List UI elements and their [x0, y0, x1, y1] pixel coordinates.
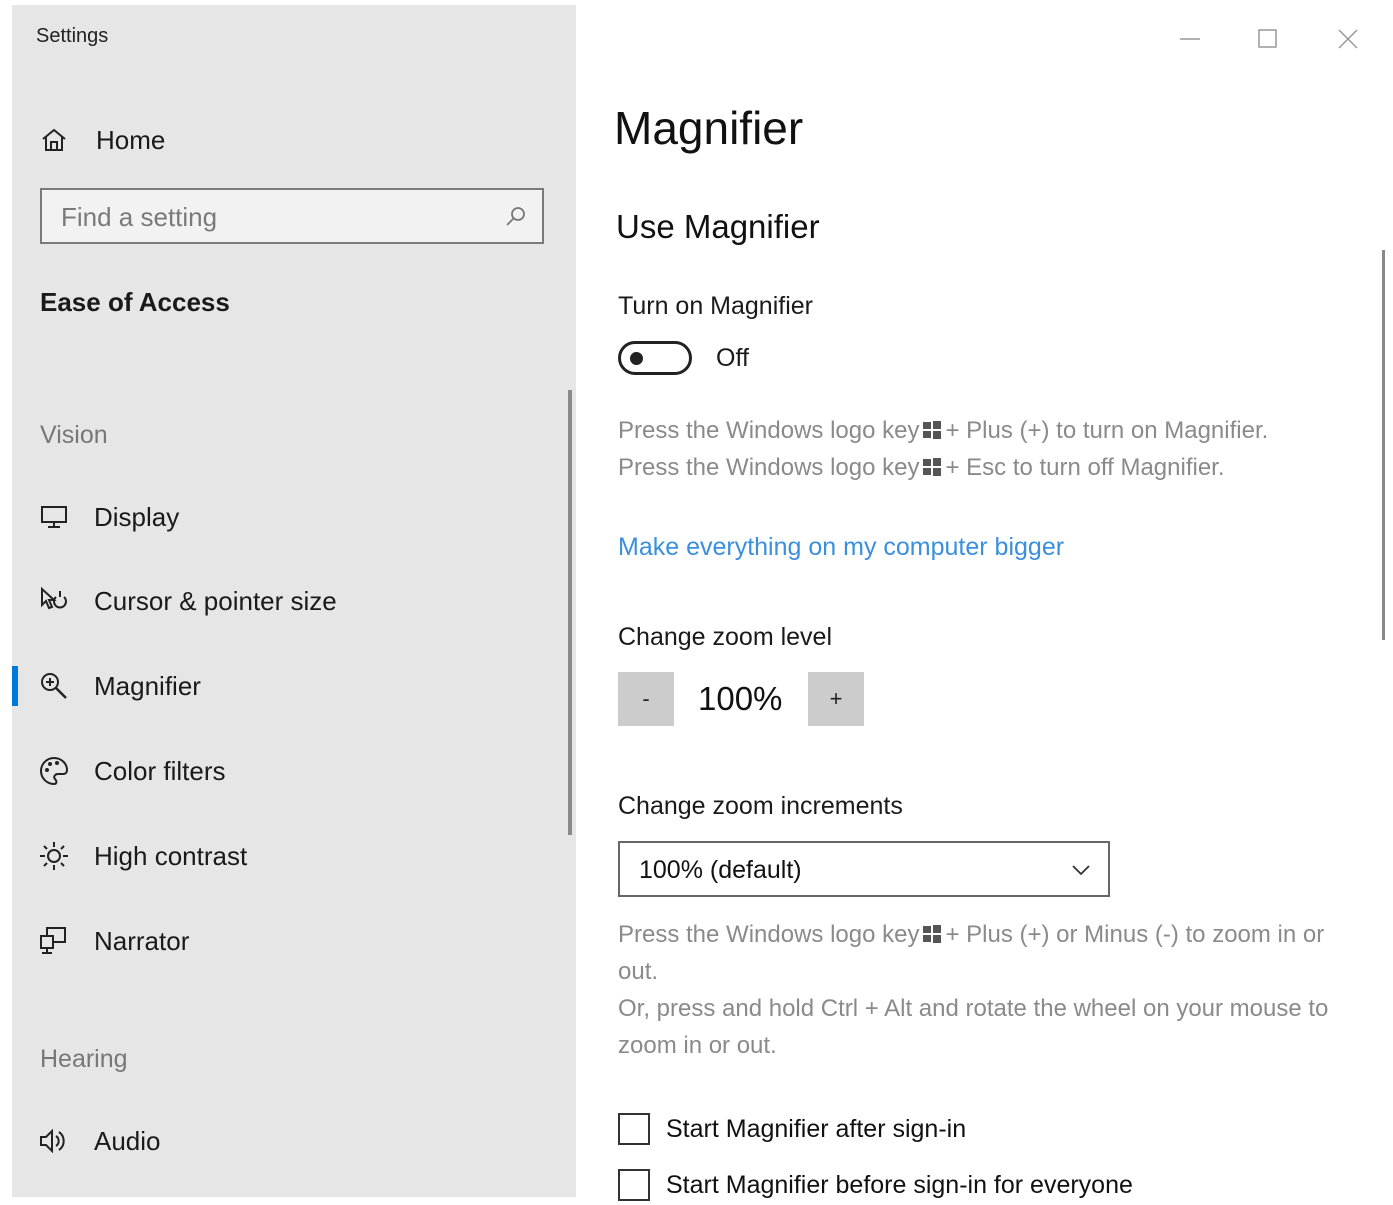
zoom-help-para-1: Press the Windows logo key + Plus (+) or … — [618, 921, 1325, 985]
sidebar-item-label: Color filters — [94, 755, 226, 786]
zoom-level-value: 100% — [698, 680, 783, 717]
close-icon — [1338, 29, 1358, 49]
audio-icon — [38, 1125, 70, 1157]
section-title: Ease of Access — [40, 287, 230, 317]
app-title: Settings — [36, 25, 109, 47]
home-nav-item[interactable]: Home — [40, 117, 165, 163]
sidebar-item-high-contrast[interactable]: High contrast — [12, 828, 576, 884]
zoom-increments-label: Change zoom increments — [618, 792, 903, 820]
sidebar-item-label: Narrator — [94, 925, 190, 956]
sidebar-item-audio[interactable]: Audio — [12, 1113, 576, 1169]
sidebar-item-label: Display — [94, 501, 180, 532]
sidebar-item-cursor[interactable]: Cursor & pointer size — [12, 573, 576, 629]
sidebar-item-narrator[interactable]: Narrator — [12, 913, 576, 969]
main-content: Magnifier Use Magnifier Turn on Magnifie… — [576, 5, 1393, 1201]
zoom-level-label: Change zoom level — [618, 623, 833, 651]
magnifier-icon — [38, 670, 70, 702]
windows-logo-icon — [923, 924, 942, 943]
minimize-button[interactable] — [1160, 19, 1220, 59]
search-icon[interactable] — [504, 204, 528, 228]
maximize-button[interactable] — [1238, 19, 1298, 59]
color-filters-icon — [38, 755, 70, 787]
windows-logo-icon — [923, 420, 942, 439]
group-header-vision: Vision — [40, 421, 108, 449]
dropdown-value: 100% (default) — [639, 856, 802, 884]
zoom-help-para-2: Or, press and hold Ctrl + Alt and rotate… — [618, 995, 1329, 1059]
start-before-signin-checkbox[interactable]: Start Magnifier before sign-in for every… — [618, 1165, 1133, 1205]
toggle-label: Turn on Magnifier — [618, 292, 813, 320]
checkbox-label: Start Magnifier before sign-in for every… — [666, 1170, 1133, 1199]
high-contrast-icon — [38, 840, 70, 872]
sidebar-item-label: Audio — [94, 1125, 161, 1156]
zoom-increments-dropdown[interactable]: 100% (default) — [618, 841, 1110, 897]
search-box[interactable] — [40, 188, 544, 244]
toggle-knob — [630, 352, 643, 365]
close-button[interactable] — [1318, 19, 1378, 59]
zoom-help: Press the Windows logo key + Plus (+) or … — [618, 916, 1358, 1064]
sidebar-item-color-filters[interactable]: Color filters — [12, 743, 576, 799]
group-header-hearing: Hearing — [40, 1045, 128, 1073]
home-label: Home — [96, 124, 166, 155]
search-input[interactable] — [42, 190, 503, 244]
maximize-icon — [1258, 29, 1277, 48]
shortcut-help-line-1: Press the Windows logo key + Plus (+) to … — [618, 417, 1269, 444]
make-bigger-link[interactable]: Make everything on my computer bigger — [618, 533, 1064, 562]
cursor-icon — [38, 585, 70, 617]
sidebar: Settings Home Ease of Access Vision Disp… — [12, 5, 576, 1197]
section-heading: Use Magnifier — [616, 208, 820, 245]
home-icon — [42, 128, 66, 151]
zoom-out-button[interactable]: - — [618, 672, 674, 726]
chevron-down-icon — [1072, 865, 1090, 876]
windows-logo-icon — [923, 457, 942, 476]
sidebar-item-label: Magnifier — [94, 670, 201, 701]
sidebar-scrollbar[interactable] — [568, 390, 572, 835]
sidebar-item-magnifier[interactable]: Magnifier — [12, 658, 576, 714]
checkbox-label: Start Magnifier after sign-in — [666, 1114, 967, 1143]
magnifier-toggle[interactable] — [618, 341, 692, 375]
start-after-signin-checkbox[interactable]: Start Magnifier after sign-in — [618, 1109, 966, 1149]
content-scrollbar[interactable] — [1382, 250, 1385, 640]
narrator-icon — [38, 925, 70, 957]
sidebar-item-label: Cursor & pointer size — [94, 585, 337, 616]
checkbox-box[interactable] — [618, 1113, 650, 1145]
shortcut-help: Press the Windows logo key + Plus (+) to … — [618, 412, 1358, 486]
zoom-in-button[interactable]: + — [808, 672, 864, 726]
display-icon — [38, 501, 70, 533]
toggle-state: Off — [716, 344, 749, 372]
minimize-icon — [1180, 38, 1200, 40]
shortcut-help-line-2: Press the Windows logo key + Esc to turn … — [618, 454, 1225, 481]
sidebar-item-label: High contrast — [94, 840, 248, 871]
page-title: Magnifier — [614, 102, 804, 154]
sidebar-item-display[interactable]: Display — [12, 489, 576, 545]
checkbox-box[interactable] — [618, 1169, 650, 1201]
